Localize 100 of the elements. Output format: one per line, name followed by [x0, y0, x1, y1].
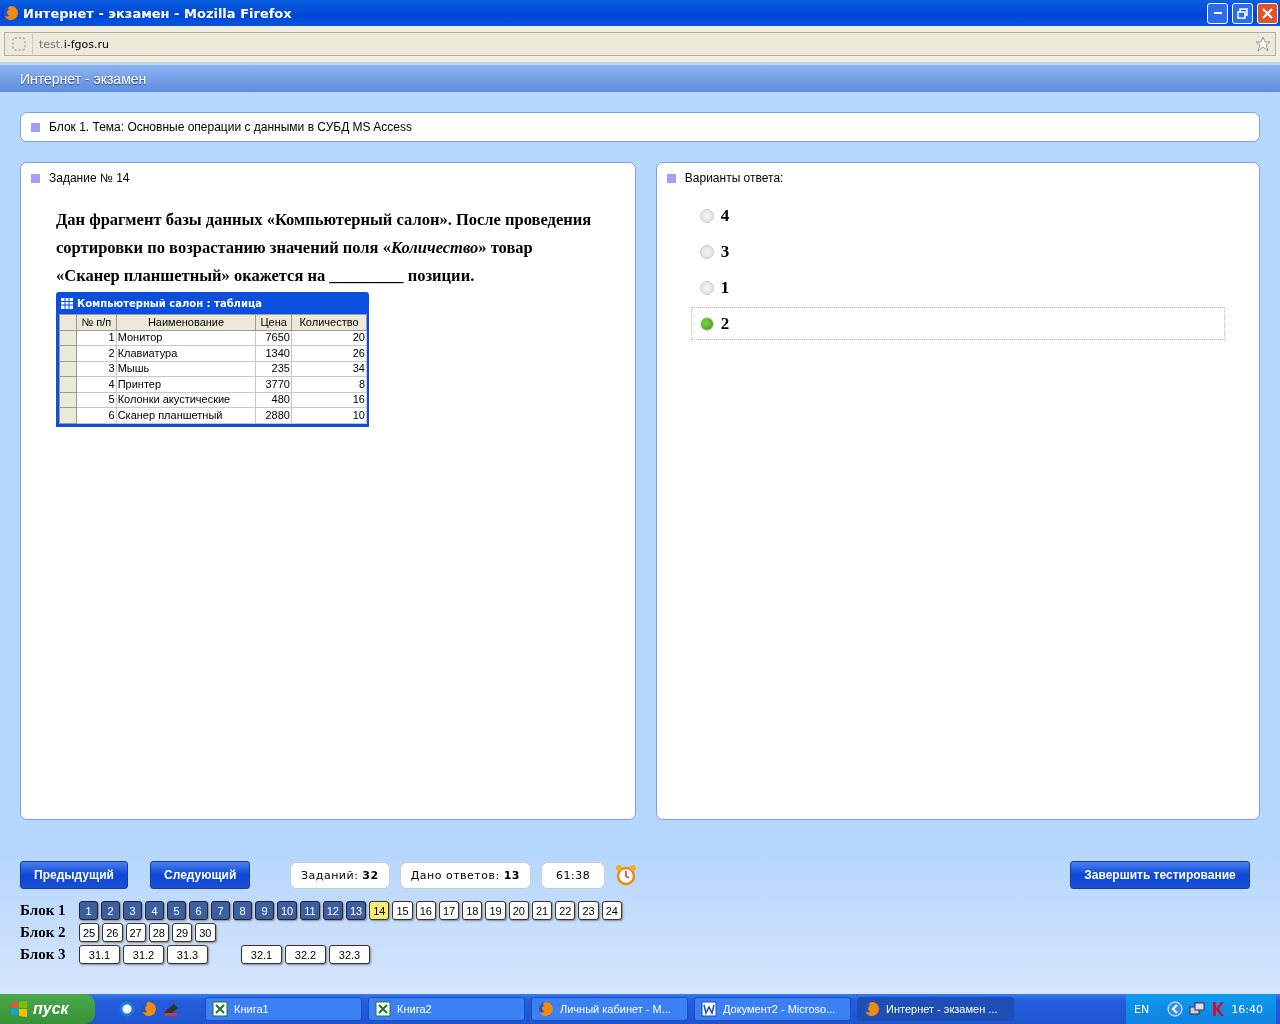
table-cell: 34: [291, 361, 367, 377]
antivirus-icon[interactable]: [1211, 1001, 1226, 1017]
spreadsheet-icon: [375, 1001, 391, 1017]
question-number-button[interactable]: 16: [415, 901, 436, 920]
question-number-button[interactable]: 7: [211, 901, 230, 920]
question-number-button[interactable]: 17: [438, 901, 460, 920]
question-number-button[interactable]: 15: [392, 901, 413, 920]
alarm-clock-icon: [615, 864, 638, 886]
table-cell: 5: [76, 392, 117, 408]
bookmark-star-icon[interactable]: [1255, 36, 1271, 52]
table-cell: Мышь: [116, 361, 256, 377]
counter: Дано ответов: 13: [399, 861, 531, 889]
next-button[interactable]: Следующий: [150, 861, 250, 889]
question-number-button[interactable]: 21: [531, 901, 553, 920]
question-number-button[interactable]: 22: [555, 901, 576, 920]
radio-button[interactable]: [699, 280, 714, 295]
browser-e-icon[interactable]: [119, 1001, 135, 1017]
question-number-button[interactable]: 10: [277, 901, 298, 920]
question-number-button[interactable]: 27: [125, 923, 146, 942]
table-cell: 26: [291, 345, 367, 361]
table-icon: [61, 297, 73, 309]
table-cell: Колонки акустические: [116, 392, 256, 408]
timer: 61:38: [540, 861, 606, 889]
question-number-button[interactable]: 12: [322, 901, 343, 920]
question-number-button[interactable]: 29: [172, 923, 193, 942]
question-number-button[interactable]: 13: [345, 901, 367, 920]
bullet-icon: [666, 173, 676, 183]
answer-option[interactable]: 3: [690, 235, 1225, 268]
question-number-button[interactable]: 24: [601, 901, 622, 920]
browser-logo-icon[interactable]: [141, 1001, 157, 1017]
table-window-title: Компьютерный салон : таблица: [77, 297, 263, 309]
question-number-button[interactable]: 11: [300, 901, 320, 920]
restore-icon: [1237, 7, 1248, 19]
question-number-button[interactable]: 32.2: [285, 945, 326, 964]
chevron-icon[interactable]: [1167, 1001, 1184, 1017]
question-number-button[interactable]: 8: [233, 901, 252, 920]
table-cell: 1: [76, 330, 117, 346]
answer-option[interactable]: 1: [690, 271, 1225, 304]
question-number-button[interactable]: 31.1: [79, 945, 120, 964]
table-cell: Принтер: [116, 376, 256, 392]
task-number: Задание № 14: [49, 171, 130, 185]
question-number-button[interactable]: 1: [79, 901, 98, 920]
answers-heading: Варианты ответа:: [684, 171, 784, 185]
counter: Заданий: 32: [290, 861, 390, 889]
taskbar-button[interactable]: Книга2: [368, 997, 525, 1021]
table-cell: 2880: [255, 407, 292, 423]
question-number-button[interactable]: 30: [195, 923, 216, 942]
question-number-button[interactable]: 4: [145, 901, 164, 920]
finish-button[interactable]: Завершить тестирование: [1070, 861, 1250, 889]
question-number-button[interactable]: 9: [255, 901, 274, 920]
close-icon: [1262, 7, 1273, 19]
taskbar-button[interactable]: Личный кабинет - M...: [531, 997, 688, 1021]
page-icon: [11, 37, 26, 51]
answer-option[interactable]: 4: [690, 199, 1225, 232]
clock: 16:40: [1231, 1002, 1263, 1016]
previous-button[interactable]: Предыдущий: [20, 861, 128, 889]
radio-button[interactable]: [699, 244, 714, 259]
windows-logo-icon: [10, 1001, 28, 1017]
answer-option[interactable]: 2: [690, 307, 1225, 340]
question-number-button[interactable]: 19: [485, 901, 506, 920]
address-field[interactable]: test.i-fgos.ru: [4, 32, 1276, 56]
table-cell: Сканер планшетный: [116, 407, 256, 423]
question-number-button[interactable]: 20: [508, 901, 529, 920]
question-number-button[interactable]: 5: [167, 901, 186, 920]
table-cell: 6: [76, 407, 117, 423]
minimize-button[interactable]: [1207, 2, 1228, 24]
table-cell: Монитор: [116, 330, 256, 346]
question-number-button[interactable]: 31.2: [123, 945, 164, 964]
question-number-button[interactable]: 25: [79, 923, 100, 942]
table-cell: 3770: [255, 376, 292, 392]
table-cell: 3: [76, 361, 117, 377]
taskbar-button[interactable]: Документ2 - Microso...: [694, 997, 851, 1021]
question-number-button[interactable]: 18: [462, 901, 483, 920]
question-number-button[interactable]: 2: [101, 901, 120, 920]
question-number-button[interactable]: 6: [189, 901, 208, 920]
taskbar-button[interactable]: Интернет - экзамен ...: [857, 997, 1014, 1021]
question-number-button[interactable]: 31.3: [167, 945, 208, 964]
radio-button[interactable]: [699, 208, 714, 223]
question-number-button[interactable]: 32.1: [241, 945, 282, 964]
block-label: Блок 3: [20, 946, 67, 963]
question-number-button[interactable]: 26: [102, 923, 123, 942]
close-button[interactable]: [1257, 2, 1278, 24]
question-number-button[interactable]: 32.3: [329, 945, 370, 964]
table-cell: 4: [76, 376, 117, 392]
radio-button[interactable]: [699, 316, 714, 331]
question-text: Дан фрагмент базы данных «Компьютерный салон». После проведения сортировки по возрастанию значений поля «Количество» товар «Сканер планшетный» окажется на _________ позиции.: [56, 209, 593, 287]
bullet-icon: [31, 122, 40, 132]
question-number-button[interactable]: 14: [369, 901, 390, 920]
table-cell: Клавиатура: [116, 345, 256, 361]
table-cell: 2: [76, 345, 117, 361]
table-cell: 480: [255, 392, 292, 408]
browser-logo-icon: [864, 1001, 880, 1017]
row-selector[interactable]: [59, 314, 77, 330]
scanner-icon[interactable]: [163, 1001, 179, 1017]
taskbar-button[interactable]: Книга1: [205, 997, 362, 1021]
question-number-button[interactable]: 3: [123, 901, 142, 920]
restore-button[interactable]: [1232, 2, 1253, 24]
network-icon[interactable]: [1189, 1001, 1206, 1017]
question-number-button[interactable]: 28: [148, 923, 169, 942]
question-number-button[interactable]: 23: [578, 901, 599, 920]
